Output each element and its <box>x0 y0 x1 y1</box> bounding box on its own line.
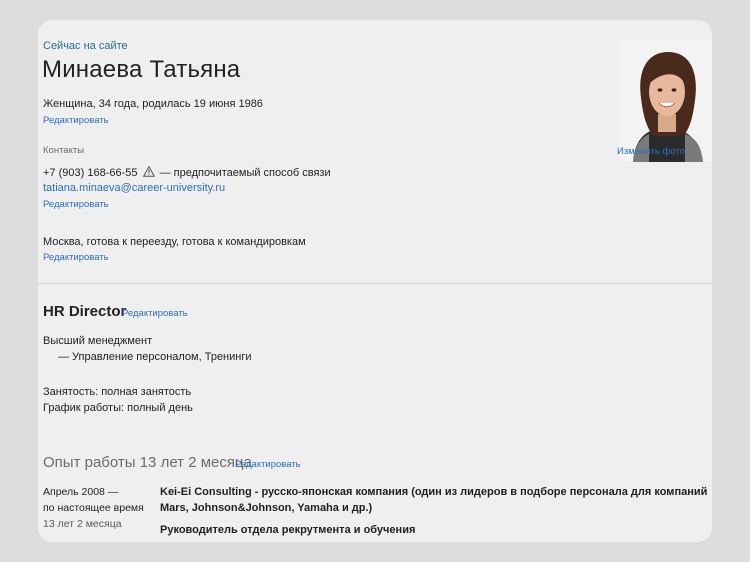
experience-end: по настоящее время <box>43 502 144 514</box>
employment-type: Занятость: полная занятость <box>43 386 192 398</box>
profile-photo[interactable] <box>619 40 712 162</box>
work-schedule: График работы: полный день <box>43 402 193 414</box>
personal-info: Женщина, 34 года, родилась 19 июня 1986 <box>43 98 263 110</box>
change-photo-link[interactable]: Изменить фото <box>617 146 685 157</box>
edit-position-link[interactable]: Редактировать <box>122 308 188 319</box>
online-status: Сейчас на сайте <box>43 40 128 52</box>
experience-title: Опыт работы 13 лет 2 месяца <box>43 454 252 471</box>
edit-personal-info-link[interactable]: Редактировать <box>43 115 109 126</box>
experience-start: Апрель 2008 — <box>43 486 119 498</box>
experience-duration: 13 лет 2 месяца <box>43 518 122 530</box>
position-specialization: — Управление персоналом, Тренинги <box>58 351 252 363</box>
experience-role: Руководитель отдела рекрутмента и обучен… <box>160 524 416 536</box>
experience-company: Kei-Ei Consulting - русско-японская комп… <box>160 486 708 514</box>
position-category: Высший менеджмент <box>43 335 153 347</box>
candidate-name: Минаева Татьяна <box>42 56 241 83</box>
edit-location-link[interactable]: Редактировать <box>43 252 109 263</box>
resume-card: Сейчас на сайте Минаева Татьяна Женщина,… <box>38 20 712 542</box>
location-info: Москва, готова к переезду, готова к кома… <box>43 236 306 248</box>
contacts-heading: Контакты <box>43 145 85 156</box>
phone-line: +7 (903) 168-66-55 — предпочитаемый спос… <box>43 165 331 180</box>
email-link[interactable]: tatiana.minaeva@career-university.ru <box>43 182 225 194</box>
position-title: HR Director <box>43 303 127 320</box>
section-divider <box>38 283 712 284</box>
phone-note: — предпочитаемый способ связи <box>159 167 331 179</box>
edit-experience-link[interactable]: Редактировать <box>235 459 301 470</box>
edit-contacts-link[interactable]: Редактировать <box>43 199 109 210</box>
phone-number[interactable]: +7 (903) 168-66-55 <box>43 167 137 179</box>
warning-triangle-icon <box>142 165 155 180</box>
